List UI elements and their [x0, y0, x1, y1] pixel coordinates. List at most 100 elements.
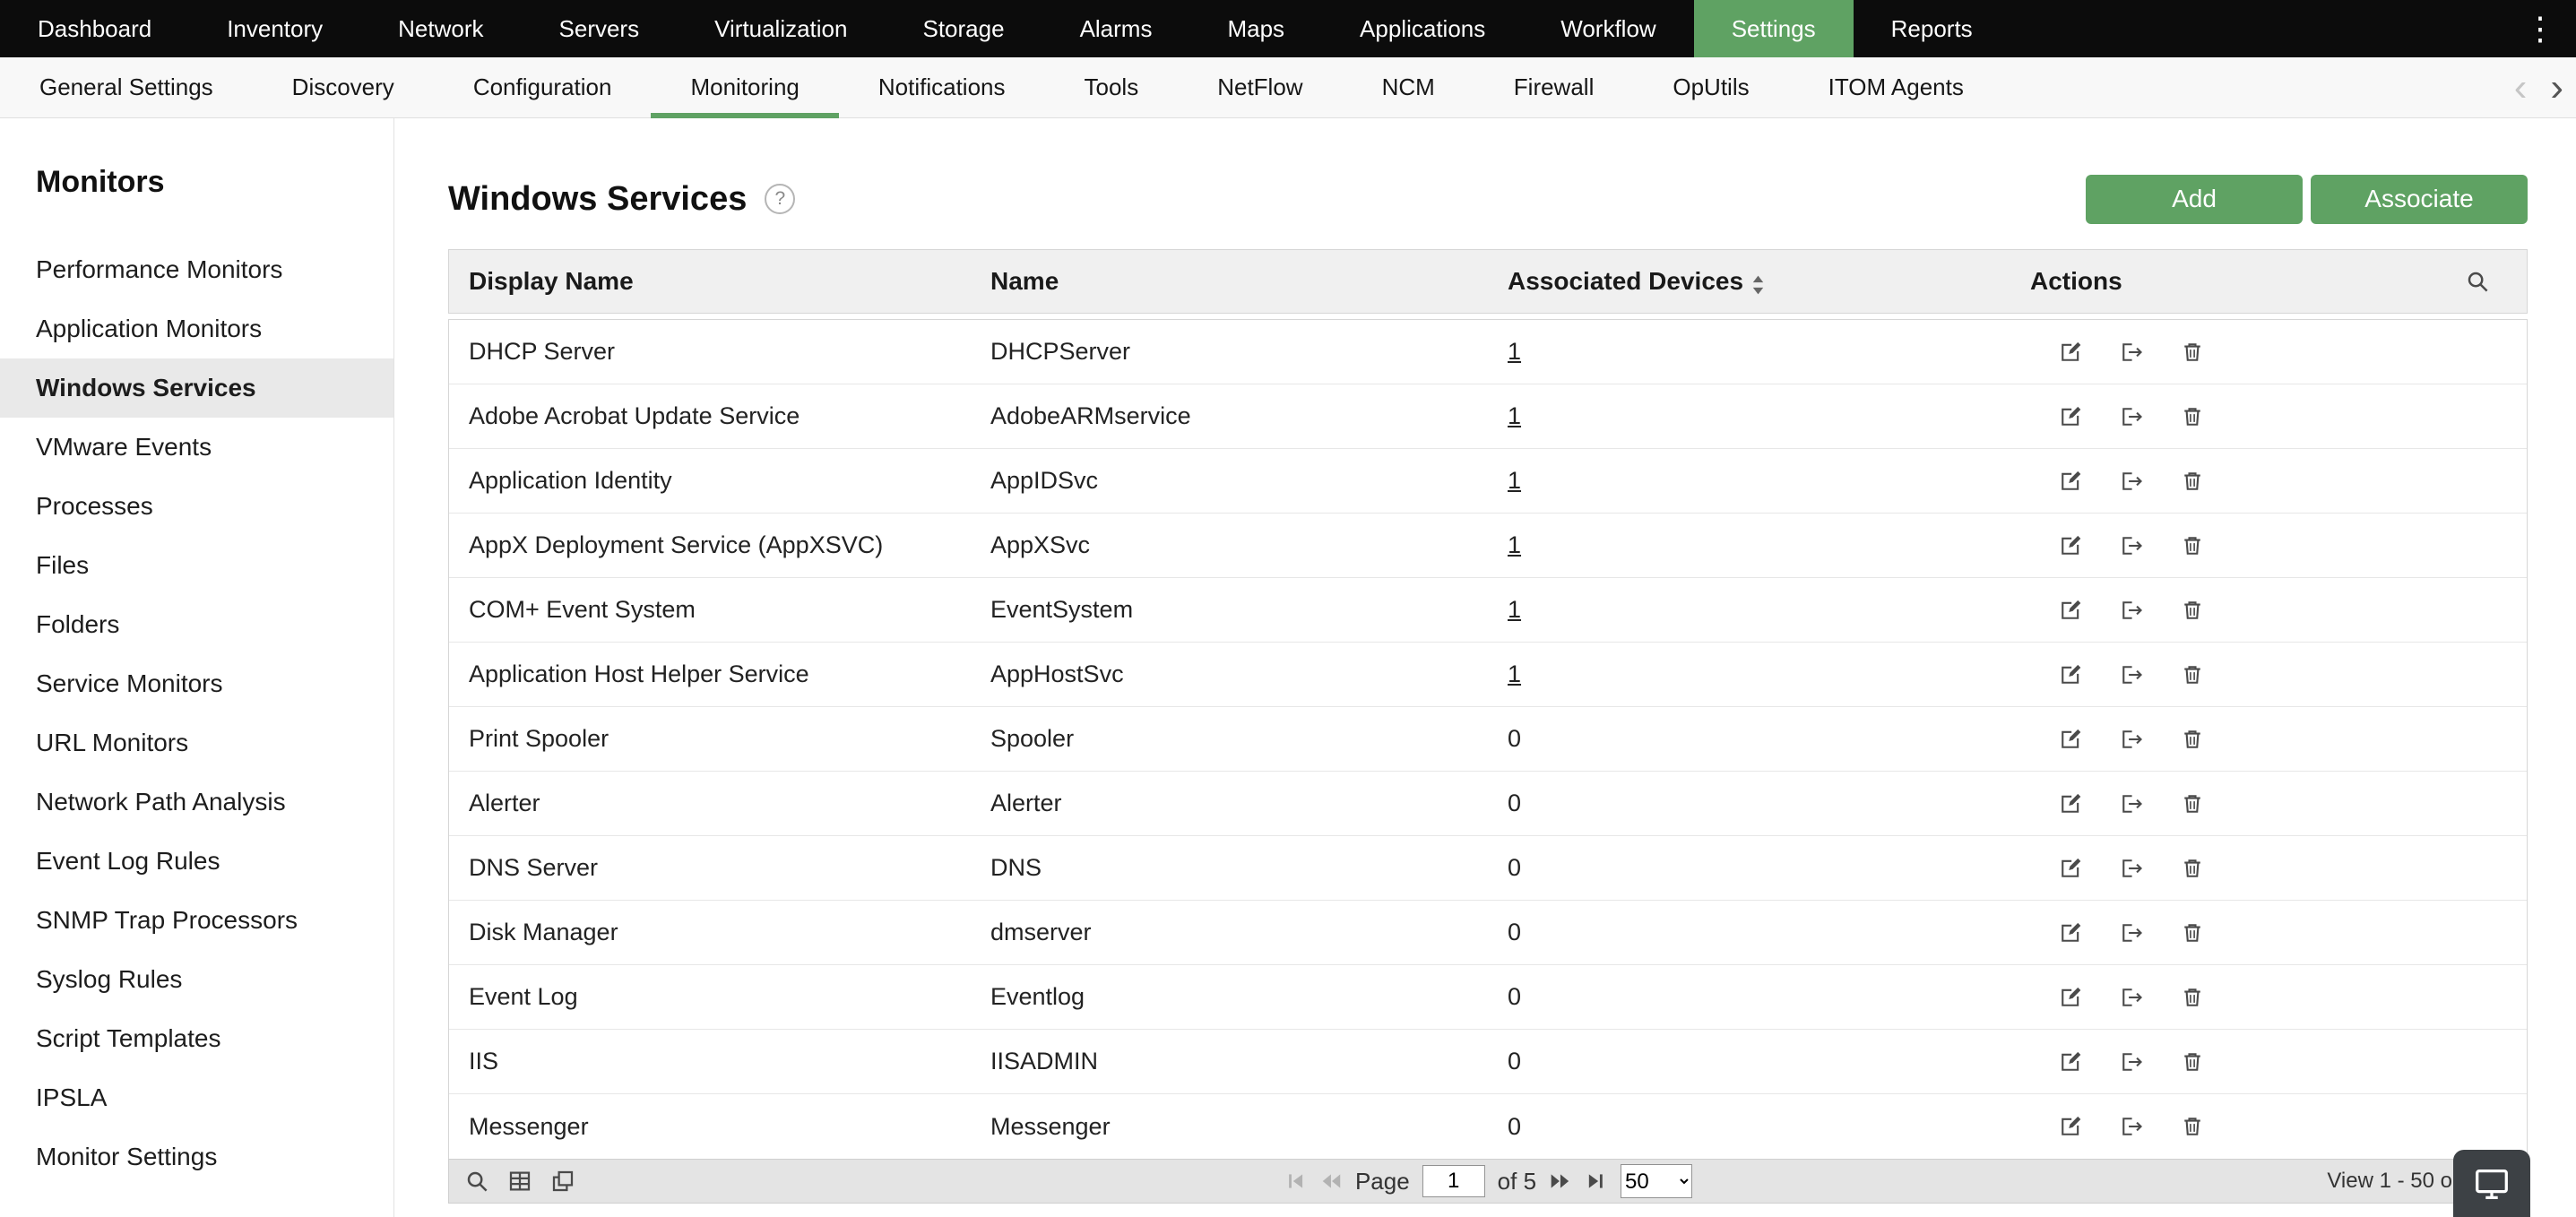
top-nav-item-network[interactable]: Network — [360, 0, 521, 57]
sort-icon[interactable] — [1750, 274, 1766, 296]
first-page-icon[interactable] — [1284, 1170, 1307, 1193]
edit-icon[interactable] — [2058, 856, 2083, 881]
associated-devices-count[interactable]: 1 — [1508, 531, 1521, 558]
top-nav-item-applications[interactable]: Applications — [1322, 0, 1523, 57]
delete-icon[interactable] — [2180, 920, 2205, 945]
associate-icon[interactable] — [2119, 598, 2144, 623]
edit-icon[interactable] — [2058, 598, 2083, 623]
top-nav-item-alarms[interactable]: Alarms — [1042, 0, 1190, 57]
tab-notifications[interactable]: Notifications — [839, 57, 1045, 117]
delete-icon[interactable] — [2180, 1114, 2205, 1139]
top-nav-item-maps[interactable]: Maps — [1189, 0, 1322, 57]
sidebar-item-vmware-events[interactable]: VMware Events — [0, 418, 393, 477]
delete-icon[interactable] — [2180, 856, 2205, 881]
associate-icon[interactable] — [2119, 340, 2144, 365]
sidebar-item-service-monitors[interactable]: Service Monitors — [0, 654, 393, 713]
top-nav-item-reports[interactable]: Reports — [1854, 0, 2010, 57]
top-nav-item-workflow[interactable]: Workflow — [1523, 0, 1693, 57]
delete-icon[interactable] — [2180, 533, 2205, 558]
associated-devices-count[interactable]: 1 — [1508, 402, 1521, 429]
sidebar-item-files[interactable]: Files — [0, 536, 393, 595]
edit-icon[interactable] — [2058, 340, 2083, 365]
sidebar-item-ipsla[interactable]: IPSLA — [0, 1068, 393, 1127]
delete-icon[interactable] — [2180, 791, 2205, 816]
sidebar-item-monitor-settings[interactable]: Monitor Settings — [0, 1127, 393, 1187]
edit-icon[interactable] — [2058, 1114, 2083, 1139]
associate-icon[interactable] — [2119, 404, 2144, 429]
search-icon[interactable] — [2464, 268, 2491, 295]
associate-icon[interactable] — [2119, 1114, 2144, 1139]
delete-icon[interactable] — [2180, 1049, 2205, 1075]
sidebar-item-network-path-analysis[interactable]: Network Path Analysis — [0, 772, 393, 832]
associate-icon[interactable] — [2119, 1049, 2144, 1075]
sidebar-item-folders[interactable]: Folders — [0, 595, 393, 654]
page-number-input[interactable] — [1422, 1165, 1485, 1197]
page-size-select[interactable]: 50 — [1621, 1164, 1692, 1198]
sidebar-item-event-log-rules[interactable]: Event Log Rules — [0, 832, 393, 891]
top-nav-item-storage[interactable]: Storage — [885, 0, 1042, 57]
sidebar-item-snmp-trap-processors[interactable]: SNMP Trap Processors — [0, 891, 393, 950]
delete-icon[interactable] — [2180, 340, 2205, 365]
associate-icon[interactable] — [2119, 533, 2144, 558]
help-icon[interactable]: ? — [765, 184, 795, 214]
sidebar-item-application-monitors[interactable]: Application Monitors — [0, 299, 393, 358]
sidebar-item-script-templates[interactable]: Script Templates — [0, 1009, 393, 1068]
tab-discovery[interactable]: Discovery — [253, 57, 434, 117]
edit-icon[interactable] — [2058, 469, 2083, 494]
sidebar-item-windows-services[interactable]: Windows Services — [0, 358, 393, 418]
associate-icon[interactable] — [2119, 662, 2144, 687]
associated-devices-count[interactable]: 1 — [1508, 660, 1521, 687]
associated-devices-count[interactable]: 1 — [1508, 467, 1521, 494]
edit-icon[interactable] — [2058, 404, 2083, 429]
delete-icon[interactable] — [2180, 598, 2205, 623]
export-icon[interactable] — [549, 1168, 576, 1195]
tab-configuration[interactable]: Configuration — [434, 57, 652, 117]
delete-icon[interactable] — [2180, 662, 2205, 687]
sidebar-item-performance-monitors[interactable]: Performance Monitors — [0, 240, 393, 299]
delete-icon[interactable] — [2180, 985, 2205, 1010]
delete-icon[interactable] — [2180, 727, 2205, 752]
associate-icon[interactable] — [2119, 727, 2144, 752]
delete-icon[interactable] — [2180, 469, 2205, 494]
top-nav-item-settings[interactable]: Settings — [1694, 0, 1854, 57]
column-associated-devices[interactable]: Associated Devices — [1488, 267, 2010, 296]
tab-general-settings[interactable]: General Settings — [0, 57, 253, 117]
add-button[interactable]: Add — [2086, 175, 2303, 224]
edit-icon[interactable] — [2058, 727, 2083, 752]
edit-icon[interactable] — [2058, 920, 2083, 945]
associate-button[interactable]: Associate — [2311, 175, 2528, 224]
edit-icon[interactable] — [2058, 985, 2083, 1010]
associate-icon[interactable] — [2119, 856, 2144, 881]
associated-devices-count[interactable]: 1 — [1508, 338, 1521, 365]
edit-icon[interactable] — [2058, 1049, 2083, 1075]
scroll-left-icon[interactable]: ‹ — [2514, 68, 2528, 108]
associated-devices-count[interactable]: 1 — [1508, 596, 1521, 623]
search-icon[interactable] — [463, 1168, 490, 1195]
prev-page-icon[interactable] — [1319, 1170, 1343, 1193]
console-widget-button[interactable] — [2453, 1150, 2530, 1217]
tab-ncm[interactable]: NCM — [1343, 57, 1474, 117]
sidebar-item-syslog-rules[interactable]: Syslog Rules — [0, 950, 393, 1009]
top-nav-item-virtualization[interactable]: Virtualization — [677, 0, 885, 57]
more-options-icon[interactable]: ⋮ — [2504, 0, 2576, 57]
tab-itom-agents[interactable]: ITOM Agents — [1789, 57, 2003, 117]
edit-icon[interactable] — [2058, 791, 2083, 816]
associate-icon[interactable] — [2119, 985, 2144, 1010]
last-page-icon[interactable] — [1585, 1170, 1608, 1193]
sidebar-item-url-monitors[interactable]: URL Monitors — [0, 713, 393, 772]
delete-icon[interactable] — [2180, 404, 2205, 429]
tab-tools[interactable]: Tools — [1045, 57, 1179, 117]
associate-icon[interactable] — [2119, 791, 2144, 816]
tab-firewall[interactable]: Firewall — [1474, 57, 1634, 117]
grid-icon[interactable] — [506, 1168, 533, 1195]
top-nav-item-dashboard[interactable]: Dashboard — [0, 0, 189, 57]
associate-icon[interactable] — [2119, 469, 2144, 494]
top-nav-item-servers[interactable]: Servers — [522, 0, 678, 57]
tab-netflow[interactable]: NetFlow — [1178, 57, 1342, 117]
tab-monitoring[interactable]: Monitoring — [651, 57, 838, 117]
tab-oputils[interactable]: OpUtils — [1633, 57, 1788, 117]
scroll-right-icon[interactable]: › — [2550, 68, 2563, 108]
top-nav-item-inventory[interactable]: Inventory — [189, 0, 360, 57]
associate-icon[interactable] — [2119, 920, 2144, 945]
sidebar-item-processes[interactable]: Processes — [0, 477, 393, 536]
